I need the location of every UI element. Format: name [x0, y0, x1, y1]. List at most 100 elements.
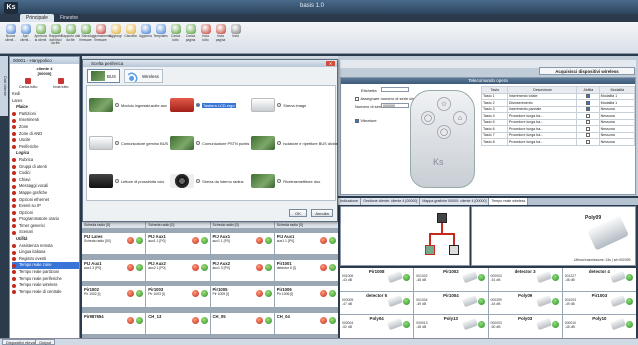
enable-checkbox[interactable]	[586, 94, 591, 99]
device-option[interactable]: Isolatore e ripetitore BUS divide	[249, 124, 338, 162]
close-icon[interactable]: ✕	[326, 61, 335, 66]
device-cell[interactable]: Poly10 000010 -45 dB	[562, 315, 636, 338]
zone-cell[interactable]: Pir1003 Pir 1003 [I]	[146, 286, 210, 308]
serial-input[interactable]: 000000	[381, 103, 409, 108]
device-cell[interactable]: detector 4 001227 -46 dB	[562, 268, 636, 291]
zone-cell[interactable]: CH_13	[146, 312, 210, 334]
zone-cell[interactable]: Pir987654	[82, 312, 146, 334]
device-option[interactable]: Modulo ingressi/uscite aux	[87, 86, 168, 124]
ribbon-button[interactable]: Aggiungi	[108, 22, 123, 52]
ribbon-button[interactable]: Invia	[228, 22, 243, 52]
device-option[interactable]: Tastiera LCD ergo	[168, 86, 249, 124]
radio-button[interactable]	[115, 179, 119, 183]
ribbon-button[interactable]: Invia pagina	[213, 22, 228, 52]
zone-cell[interactable]: PIJ Aux1 aux1 3 [P0]	[82, 259, 146, 281]
tab-wireless[interactable]: Wireless	[124, 69, 163, 83]
device-cell[interactable]: Pir1003 001003 -49 dB	[562, 291, 636, 315]
ribbon-button[interactable]: Invia tutto	[198, 22, 213, 52]
keys-table-row[interactable]: Tasto 8 Procedure lunga ba... Nessuna	[481, 138, 636, 146]
device-cell[interactable]: Poly09 000399 -44 dB	[488, 291, 562, 315]
tree-item[interactable]: Registro eventi	[12, 256, 79, 263]
tree-item[interactable]: Logica	[12, 150, 79, 157]
tree-item[interactable]: Scenari	[12, 229, 79, 236]
enable-checkbox[interactable]	[586, 107, 591, 112]
remote-button-top[interactable]: ☆	[437, 97, 451, 111]
tree-item[interactable]: Tempo reale partizioni	[12, 269, 79, 276]
device-cell[interactable]: Poly03 000003 -50 dB	[488, 315, 562, 338]
enable-checkbox[interactable]	[586, 126, 591, 131]
radio-button[interactable]	[196, 179, 201, 183]
tree-item[interactable]: Partizioni	[12, 111, 79, 118]
tree-item[interactable]: Zone di AND	[12, 131, 79, 138]
device-option[interactable]: Sirena da interno radius	[168, 162, 249, 200]
device-cell[interactable]: detector 5 000005 -47 dB	[340, 291, 414, 315]
cancel-button[interactable]: Annulla	[311, 209, 333, 217]
remote-button-left[interactable]: ◯	[421, 111, 435, 125]
zone-cell[interactable]: Pir1005 Pir 1005 [I]	[210, 286, 274, 308]
tree-item[interactable]: Lingua italiana	[12, 249, 79, 256]
ribbon-button[interactable]: Aggiornamento firmware	[90, 22, 111, 52]
device-cell[interactable]: Pir1004 001004 -49 dB	[414, 291, 488, 315]
radio-button[interactable]	[115, 103, 119, 107]
radio-button[interactable]	[196, 103, 201, 107]
device-cell[interactable]: Poly13 000013 -48 dB	[414, 315, 488, 338]
tree-item[interactable]: Uscite	[12, 137, 79, 144]
ribbon-button[interactable]: Cancella	[123, 22, 138, 52]
zone-cell[interactable]: PIJ Aux2 aux1 3 [P0]	[210, 259, 274, 281]
enable-checkbox[interactable]	[586, 133, 591, 138]
zone-cell[interactable]: Pir1006 Pir 1006 [I]	[274, 286, 338, 308]
acquire-wireless-button[interactable]: Acquisisci dispositivi wireless	[539, 67, 635, 75]
tab-finestre[interactable]: Finestre	[54, 14, 84, 22]
device-option[interactable]: Comunicatore gemino BUS	[87, 124, 168, 162]
zone-cell[interactable]: PIJ Lares Scheda radio [00]	[82, 233, 146, 255]
tree-item[interactable]: Gruppi di utenti	[12, 164, 79, 171]
zone-cell[interactable]: PIJ Aux1 aux1 1 [P0]	[274, 233, 338, 255]
tree-item[interactable]: Tempo reale di centrale	[12, 289, 79, 296]
tab-bus[interactable]: BUS	[87, 69, 121, 83]
zone-cell[interactable]: PIJ Aux2 aux2 1 [P0]	[146, 259, 210, 281]
tree-item[interactable]: Timer generici	[12, 223, 79, 230]
zone-cell[interactable]: PIJ Aux1 aux1 1 [P0]	[210, 233, 274, 255]
ribbon-button[interactable]: Rapporto dati da file	[61, 22, 80, 52]
tree-item[interactable]: Chiavi	[12, 177, 79, 184]
carica-tutto-button[interactable]: Carica tutto	[14, 78, 42, 89]
zone-cell[interactable]: CH_04	[274, 312, 338, 334]
ribbon-button[interactable]: Nuova clienti...	[3, 22, 18, 52]
zone-cell[interactable]: Pir1001 detector 5 [I]	[274, 259, 338, 281]
tree-item[interactable]: Assistenza remota	[12, 243, 79, 250]
device-option[interactable]: Comunicatore PSTN pontis	[168, 124, 249, 162]
tree-item[interactable]: Tempo reale wireless	[12, 282, 79, 289]
bottom-tab[interactable]: Mappa grafiche 00000: cliente 4 [00000]	[420, 198, 490, 205]
tree-item[interactable]: Periferiche	[12, 144, 79, 151]
bottom-tab[interactable]: Tempo reale wireless	[489, 198, 529, 205]
tree-item[interactable]: Messaggi vocali	[12, 183, 79, 190]
tree-item[interactable]: Mappe grafiche	[12, 190, 79, 197]
radio-button[interactable]	[115, 141, 119, 145]
etichetta-input[interactable]	[381, 87, 409, 92]
device-cell[interactable]: detector 3 000003 -51 dB	[488, 268, 562, 291]
radio-button[interactable]	[277, 103, 282, 107]
zone-cell[interactable]: PIJ Aux1 aux1 1 [P0]	[146, 233, 210, 255]
tree-item[interactable]: Kedi	[12, 91, 79, 98]
tree-item[interactable]: Codici	[12, 170, 79, 177]
vibrator-checkbox[interactable]	[355, 118, 359, 123]
enable-checkbox[interactable]	[586, 139, 591, 144]
tree-item[interactable]: Plaice	[12, 104, 79, 111]
tree-item[interactable]: Opzioni ethernet	[12, 197, 79, 204]
tree-item[interactable]: Tempo reale periferiche	[12, 276, 79, 283]
ok-button[interactable]: OK	[289, 209, 307, 217]
ribbon-button[interactable]: Apertura la clienti	[33, 22, 48, 52]
zone-cell[interactable]: Pir1002 Pir 1002 [I]	[82, 286, 146, 308]
enable-checkbox[interactable]	[586, 120, 591, 125]
map-device[interactable]	[425, 245, 435, 255]
tree-item[interactable]: Rubrica	[12, 157, 79, 164]
device-option[interactable]: Ricetrasmettitore duo	[249, 162, 338, 200]
zone-cell[interactable]: CH_05	[210, 312, 274, 334]
tree-item[interactable]: Tempo reale zone	[12, 262, 79, 270]
bottom-tab[interactable]: Gestione cliente: cliente 4 [00000]	[361, 198, 421, 205]
tree-item[interactable]: Utilità	[12, 236, 79, 243]
tree-item[interactable]: Eventi su IP	[12, 203, 79, 210]
assign-serial-checkbox[interactable]	[355, 96, 359, 101]
status-tab-output[interactable]: Output	[35, 339, 56, 345]
invia-tutto-button[interactable]: Invia tutto	[47, 78, 75, 89]
